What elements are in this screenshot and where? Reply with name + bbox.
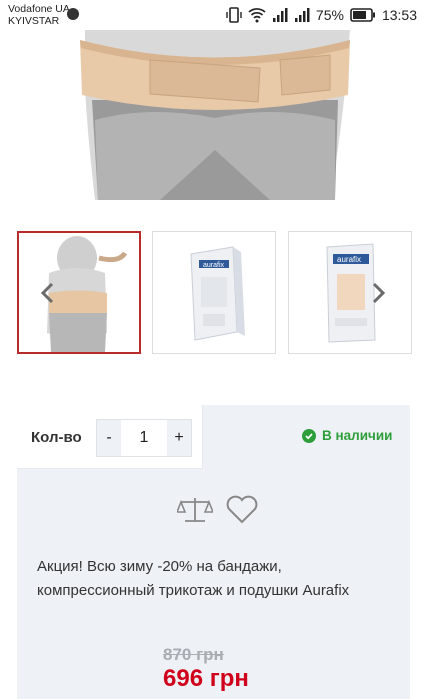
purchase-panel: Кол-во - 1 + В наличии Акция! Всю зиму -…: [17, 405, 410, 699]
increment-button[interactable]: +: [167, 420, 191, 456]
battery-icon: [350, 8, 375, 22]
heart-icon[interactable]: [225, 495, 259, 525]
signal-icon-2: [294, 8, 310, 22]
chevron-left-icon[interactable]: [38, 281, 58, 305]
carrier-name-secondary: KYIVSTAR: [8, 15, 60, 27]
svg-text:aurafix: aurafix: [337, 255, 361, 264]
vibrate-icon: [226, 7, 242, 23]
box-thumbnail-image: aurafix: [153, 232, 275, 353]
quantity-label: Кол-во: [31, 429, 82, 446]
check-circle-icon: [302, 428, 316, 443]
model-with-belt-illustration: [0, 30, 427, 200]
product-main-image[interactable]: [0, 30, 427, 200]
svg-text:aurafix: aurafix: [203, 262, 225, 269]
thumbnail-carousel: aurafix aurafix: [0, 231, 427, 355]
battery-percent: 75%: [315, 7, 344, 23]
stock-status: В наличии: [302, 428, 392, 443]
carrier-info: Vodafone UA KYIVSTAR: [8, 3, 70, 27]
status-bar: Vodafone UA KYIVSTAR 75% 13:53: [0, 0, 427, 30]
quantity-input[interactable]: 1: [121, 420, 167, 456]
status-indicators: 75% 13:53: [226, 6, 417, 24]
stock-status-text: В наличии: [322, 428, 393, 443]
clock: 13:53: [381, 7, 417, 23]
signal-icon: [272, 8, 288, 22]
current-price: 696 грн: [163, 665, 249, 692]
model-thumbnail-image: [19, 233, 139, 352]
wifi-icon: [248, 8, 266, 23]
quantity-box: Кол-во - 1 +: [17, 405, 203, 469]
package-thumbnail-image: aurafix: [289, 232, 411, 353]
old-price: 870 грн: [163, 645, 224, 664]
compare-scales-icon[interactable]: [177, 495, 213, 525]
thumbnail-3[interactable]: aurafix: [288, 231, 412, 354]
promo-text: Акция! Всю зиму -20% на бандажи, компрес…: [37, 558, 350, 599]
quantity-stepper: - 1 +: [96, 419, 192, 457]
product-actions: [177, 495, 259, 525]
decrement-button[interactable]: -: [97, 420, 121, 456]
thumbnail-2[interactable]: aurafix: [152, 231, 276, 354]
thumbnail-1[interactable]: [17, 231, 141, 354]
sync-icon: [67, 8, 79, 20]
carrier-name-primary: Vodafone UA: [8, 3, 70, 15]
chevron-right-icon[interactable]: [368, 281, 388, 305]
